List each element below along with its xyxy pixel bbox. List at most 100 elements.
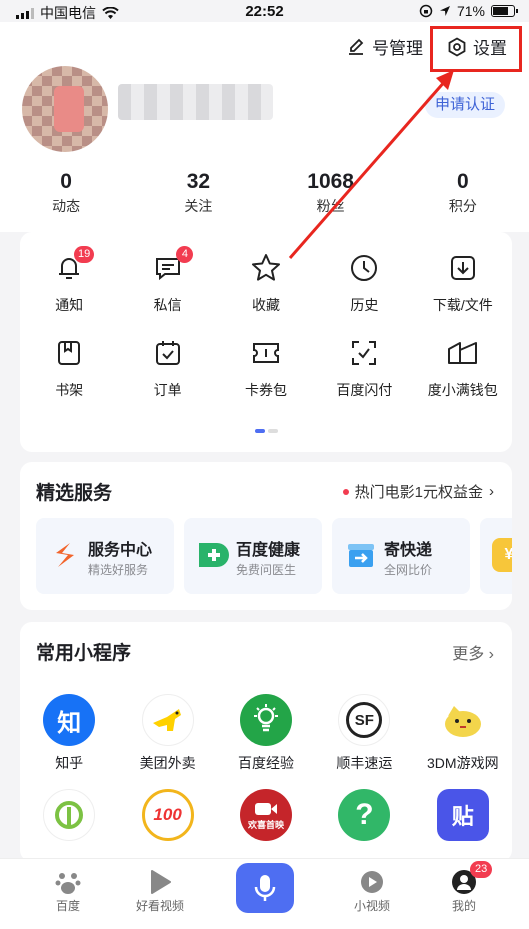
- verify-button[interactable]: 申请认证: [424, 92, 505, 118]
- stat-label: 粉丝: [316, 198, 345, 214]
- microphone-icon: [254, 875, 276, 901]
- kangaroo-icon: [141, 694, 194, 746]
- grid-item-orders[interactable]: 订单: [118, 335, 216, 400]
- more-label: 更多: [452, 646, 485, 663]
- grid-item-label: 度小满钱包: [427, 382, 498, 398]
- edit-icon: [349, 38, 364, 55]
- tab-short-video[interactable]: 小视频: [332, 867, 412, 914]
- grid-item-notifications[interactable]: 通知 19: [20, 246, 118, 315]
- stat-label: 关注: [184, 198, 213, 214]
- chevron-right-icon: ›: [489, 483, 494, 500]
- app-question[interactable]: ?: [315, 789, 413, 848]
- chick-icon: [436, 694, 489, 746]
- app-3dm[interactable]: 3DM游戏网: [414, 694, 512, 773]
- grid-item-label: 下载/文件: [432, 297, 493, 313]
- grid-item-wallet[interactable]: 度小满钱包: [414, 335, 512, 400]
- message-count-badge: 4: [176, 246, 194, 263]
- question-icon: ?: [338, 789, 391, 841]
- lock-rotation-icon: [419, 4, 433, 18]
- section-title: 精选服务: [36, 483, 113, 504]
- grid-item-downloads[interactable]: 下载/文件: [414, 250, 512, 315]
- service-subtitle: 全网比价: [384, 563, 433, 577]
- package-icon: [344, 538, 378, 572]
- grid-item-label: 收藏: [251, 297, 280, 313]
- grid-item-label: 历史: [350, 297, 379, 313]
- stat-number: 1068: [307, 170, 354, 193]
- download-icon: [445, 250, 481, 286]
- chevron-right-icon: ›: [488, 646, 494, 663]
- service-center-card[interactable]: 服务中心 精选好服务: [36, 518, 174, 594]
- scan-pay-icon: [346, 335, 382, 371]
- avatar[interactable]: [22, 66, 108, 152]
- paw-icon: [28, 867, 108, 897]
- tab-label: 小视频: [353, 899, 390, 913]
- mini-programs-card: 常用小程序 更多 › 知 知乎 美团外卖 百度经验 SF 顺丰速运 3DM游戏网…: [20, 622, 512, 862]
- notification-count-badge: 19: [74, 246, 95, 263]
- stat-points[interactable]: 0 积分: [397, 170, 529, 216]
- stat-label: 动态: [52, 198, 81, 214]
- app-huanxi[interactable]: 欢喜首映: [217, 789, 315, 848]
- app-100[interactable]: 100: [118, 789, 216, 848]
- grid-item-bookshelf[interactable]: 书架: [20, 335, 118, 400]
- user-avatar-icon: [424, 867, 504, 897]
- app-green-leaf[interactable]: [20, 789, 118, 848]
- grid-item-baidu-pay[interactable]: 百度闪付: [315, 335, 413, 400]
- grid-item-label: 通知: [55, 297, 84, 313]
- app-label: 美团外卖: [139, 755, 196, 771]
- stat-number: 32: [186, 170, 211, 193]
- location-icon: [439, 6, 450, 16]
- page-indicator: [255, 429, 278, 433]
- app-zhihu[interactable]: 知 知乎: [20, 694, 118, 773]
- grid-item-history[interactable]: 历史: [315, 250, 413, 315]
- app-sf-express[interactable]: SF 顺丰速运: [315, 694, 413, 773]
- stat-posts[interactable]: 0 动态: [0, 170, 132, 216]
- app-label: 知乎: [55, 755, 84, 771]
- battery-percent: 71%: [456, 3, 485, 19]
- tieba-icon: 贴: [436, 789, 489, 841]
- baidu-health-card[interactable]: 百度健康 免费问医生: [184, 518, 322, 594]
- score-100-icon: 100: [141, 789, 194, 841]
- tab-baidu[interactable]: 百度: [28, 867, 108, 914]
- grid-item-messages[interactable]: 私信 4: [118, 246, 216, 315]
- tab-haokan-video[interactable]: 好看视频: [120, 867, 200, 914]
- tab-mine[interactable]: 我的: [424, 867, 504, 914]
- stat-fans[interactable]: 1068 粉丝: [265, 170, 397, 216]
- more-link[interactable]: 更多 ›: [452, 640, 494, 664]
- app-baidu-jingyan[interactable]: 百度经验: [217, 694, 315, 773]
- status-bar: 中国电信 22:52 71%: [0, 0, 529, 22]
- selected-services-card: 精选服务 热门电影1元权益金 › 服务中心 精选好服务 百度健康 免费问医生 寄…: [20, 462, 512, 610]
- app-label: 3DM游戏网: [427, 755, 499, 771]
- grid-item-label: 卡券包: [244, 382, 287, 398]
- stat-label: 积分: [448, 198, 477, 214]
- stat-following[interactable]: 32 关注: [132, 170, 264, 216]
- app-meituan[interactable]: 美团外卖: [118, 694, 216, 773]
- service-subtitle: 免费问医生: [236, 563, 297, 577]
- star-icon: [248, 250, 284, 286]
- app-tieba[interactable]: 贴: [414, 789, 512, 848]
- account-manage-button[interactable]: 号管理: [346, 34, 423, 59]
- express-delivery-card[interactable]: 寄快递 全网比价: [332, 518, 470, 594]
- camera-icon: 欢喜首映: [239, 789, 292, 841]
- sf-logo-text: SF: [346, 702, 383, 738]
- grid-item-favorites[interactable]: 收藏: [217, 250, 315, 315]
- app-label: 顺丰速运: [336, 755, 393, 771]
- service-center-icon: [48, 538, 82, 572]
- account-manage-label: 号管理: [372, 39, 423, 58]
- more-service-card[interactable]: ¥: [480, 518, 512, 594]
- promo-link[interactable]: 热门电影1元权益金 ›: [342, 481, 494, 502]
- zhihu-icon: 知: [43, 694, 96, 746]
- stat-number: 0: [60, 170, 72, 193]
- yen-icon: ¥: [492, 538, 512, 572]
- health-icon: [196, 538, 230, 572]
- tab-label: 百度: [55, 899, 80, 913]
- stat-number: 0: [457, 170, 469, 193]
- service-title: 百度健康: [236, 542, 301, 559]
- ticket-icon: [248, 335, 284, 371]
- service-title: 寄快递: [384, 542, 433, 559]
- lightbulb-icon: [239, 694, 292, 746]
- grid-item-coupons[interactable]: 卡券包: [217, 335, 315, 400]
- grid-item-label: 书架: [55, 382, 84, 398]
- grid-item-label: 订单: [153, 382, 182, 398]
- voice-search-button[interactable]: [236, 863, 294, 913]
- service-title: 服务中心: [88, 542, 153, 559]
